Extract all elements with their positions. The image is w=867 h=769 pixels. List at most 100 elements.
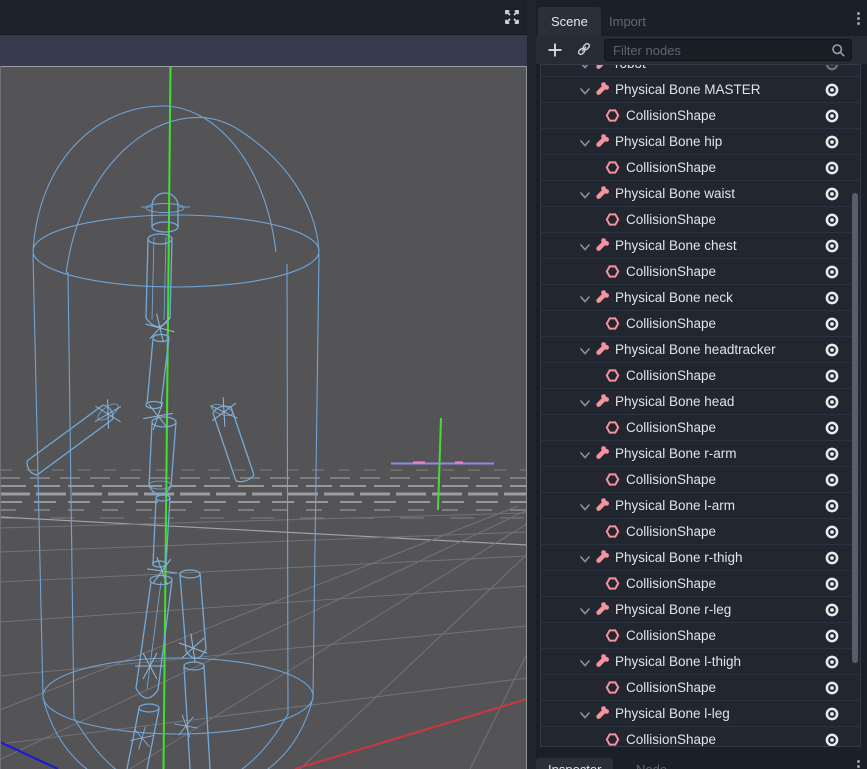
node-name: CollisionShape	[626, 628, 716, 643]
chevron-down-icon[interactable]	[579, 500, 591, 512]
tree-row[interactable]: Physical Bone chest	[541, 233, 860, 259]
visibility-eye-icon[interactable]	[824, 342, 840, 358]
filter-nodes-input[interactable]	[605, 40, 851, 60]
visibility-eye-icon[interactable]	[824, 134, 840, 150]
add-node-button[interactable]	[546, 41, 564, 59]
tree-row[interactable]: Physical Bone neck	[541, 285, 860, 311]
chevron-down-icon[interactable]	[579, 448, 591, 460]
tree-row[interactable]: CollisionShape	[541, 571, 860, 597]
physical-bone-icon	[594, 550, 609, 565]
expand-viewport-icon[interactable]	[503, 8, 521, 26]
tab-inspector[interactable]: Inspector	[536, 758, 613, 769]
scene-dock: Scene Import	[536, 0, 867, 769]
visibility-eye-icon[interactable]	[824, 602, 840, 618]
instance-scene-button[interactable]	[576, 41, 594, 59]
tab-scene[interactable]: Scene	[538, 7, 601, 36]
tree-row[interactable]: Physical Bone waist	[541, 181, 860, 207]
tree-row[interactable]: CollisionShape	[541, 311, 860, 337]
tree-row[interactable]: Physical Bone l-thigh	[541, 649, 860, 675]
viewport-background	[0, 66, 527, 769]
collision-shape-icon	[605, 576, 620, 591]
inspector-menu-icon[interactable]	[856, 760, 860, 769]
scrollbar-thumb[interactable]	[852, 193, 858, 663]
chevron-down-icon[interactable]	[579, 64, 591, 70]
tree-row[interactable]: CollisionShape	[541, 467, 860, 493]
tree-row[interactable]: CollisionShape	[541, 623, 860, 649]
chevron-down-icon[interactable]	[579, 136, 591, 148]
tree-row[interactable]: Physical Bone l-leg	[541, 701, 860, 727]
node-name: CollisionShape	[626, 732, 716, 747]
collision-shape-icon	[605, 420, 620, 435]
visibility-eye-icon[interactable]	[824, 498, 840, 514]
dock-menu-icon[interactable]	[856, 12, 860, 27]
tab-import[interactable]: Import	[596, 7, 659, 36]
visibility-eye-icon[interactable]	[824, 524, 840, 540]
node-name: CollisionShape	[626, 316, 716, 331]
tree-row[interactable]: CollisionShape	[541, 727, 860, 747]
collision-shape-icon	[605, 108, 620, 123]
3d-viewport[interactable]	[0, 66, 527, 769]
tree-row[interactable]: CollisionShape	[541, 103, 860, 129]
tree-row[interactable]: Physical Bone MASTER	[541, 77, 860, 103]
visibility-eye-icon[interactable]	[824, 446, 840, 462]
visibility-eye-icon[interactable]	[824, 732, 840, 748]
tree-row[interactable]: Physical Bone r-leg	[541, 597, 860, 623]
inspector-tab-bar: Inspector Node	[536, 757, 867, 769]
visibility-eye-icon[interactable]	[824, 394, 840, 410]
node-name: Physical Bone r-leg	[615, 602, 731, 617]
node-name: Physical Bone l-leg	[615, 706, 730, 721]
node-name: Physical Bone r-thigh	[615, 550, 743, 565]
visibility-eye-icon[interactable]	[824, 368, 840, 384]
chevron-down-icon[interactable]	[579, 344, 591, 356]
tree-row[interactable]: Physical Bone l-arm	[541, 493, 860, 519]
visibility-eye-icon[interactable]	[824, 212, 840, 228]
chevron-down-icon[interactable]	[579, 188, 591, 200]
tree-row[interactable]: robot	[541, 64, 860, 77]
tree-row[interactable]: Physical Bone r-thigh	[541, 545, 860, 571]
chevron-down-icon[interactable]	[579, 84, 591, 96]
node-name: CollisionShape	[626, 160, 716, 175]
visibility-eye-icon[interactable]	[824, 64, 840, 72]
tab-node[interactable]: Node	[624, 758, 679, 769]
visibility-eye-icon[interactable]	[824, 576, 840, 592]
node-name: CollisionShape	[626, 420, 716, 435]
physical-bone-icon	[594, 498, 609, 513]
tree-row[interactable]: CollisionShape	[541, 675, 860, 701]
visibility-eye-icon[interactable]	[824, 238, 840, 254]
tree-row[interactable]: CollisionShape	[541, 415, 860, 441]
tree-row[interactable]: CollisionShape	[541, 155, 860, 181]
visibility-eye-icon[interactable]	[824, 628, 840, 644]
node-name: CollisionShape	[626, 264, 716, 279]
scene-tree[interactable]: robot Physical Bone MASTER	[540, 64, 861, 747]
tree-row[interactable]: CollisionShape	[541, 519, 860, 545]
chevron-down-icon[interactable]	[579, 708, 591, 720]
visibility-eye-icon[interactable]	[824, 550, 840, 566]
tree-row[interactable]: Physical Bone headtracker	[541, 337, 860, 363]
tree-row[interactable]: CollisionShape	[541, 363, 860, 389]
visibility-eye-icon[interactable]	[824, 82, 840, 98]
visibility-eye-icon[interactable]	[824, 680, 840, 696]
filter-nodes-box	[604, 39, 852, 61]
visibility-eye-icon[interactable]	[824, 264, 840, 280]
visibility-eye-icon[interactable]	[824, 420, 840, 436]
tree-row[interactable]: Physical Bone hip	[541, 129, 860, 155]
chevron-down-icon[interactable]	[579, 240, 591, 252]
node-name: Physical Bone neck	[615, 290, 733, 305]
chevron-down-icon[interactable]	[579, 396, 591, 408]
chevron-down-icon[interactable]	[579, 552, 591, 564]
chevron-down-icon[interactable]	[579, 604, 591, 616]
tree-row[interactable]: CollisionShape	[541, 207, 860, 233]
visibility-eye-icon[interactable]	[824, 472, 840, 488]
visibility-eye-icon[interactable]	[824, 706, 840, 722]
chevron-down-icon[interactable]	[579, 656, 591, 668]
visibility-eye-icon[interactable]	[824, 316, 840, 332]
tree-row[interactable]: CollisionShape	[541, 259, 860, 285]
visibility-eye-icon[interactable]	[824, 108, 840, 124]
tree-row[interactable]: Physical Bone r-arm	[541, 441, 860, 467]
tree-row[interactable]: Physical Bone head	[541, 389, 860, 415]
visibility-eye-icon[interactable]	[824, 654, 840, 670]
visibility-eye-icon[interactable]	[824, 160, 840, 176]
visibility-eye-icon[interactable]	[824, 290, 840, 306]
chevron-down-icon[interactable]	[579, 292, 591, 304]
visibility-eye-icon[interactable]	[824, 186, 840, 202]
